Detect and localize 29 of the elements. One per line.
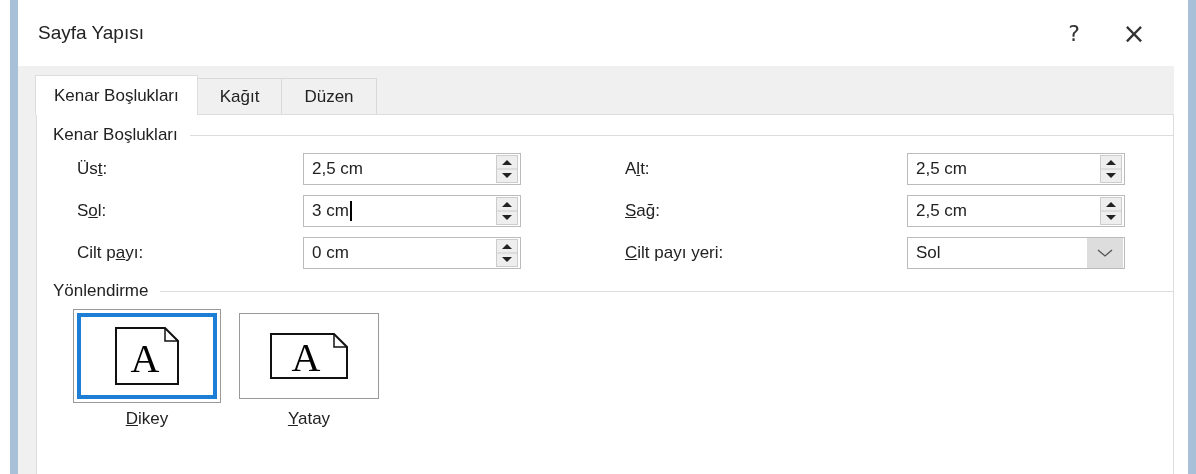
spinner-arrows-icon[interactable] xyxy=(1100,155,1122,183)
dropdown-field[interactable]: Sol xyxy=(907,237,1125,269)
tab[interactable]: Düzen xyxy=(281,78,377,114)
close-button[interactable]: × xyxy=(1104,13,1164,53)
spin-field[interactable]: 2,5 cm xyxy=(907,195,1125,227)
spin-field[interactable]: 3 cm xyxy=(303,195,521,227)
spinner-arrows-icon[interactable] xyxy=(496,197,518,225)
orientation-label: Dikey xyxy=(125,409,169,429)
help-button[interactable]: ? xyxy=(1044,13,1104,53)
tab[interactable]: Kenar Boşlukları xyxy=(35,75,198,115)
section-heading: Kenar Boşlukları xyxy=(53,125,178,145)
spin-field[interactable]: 2,5 cm xyxy=(303,153,521,185)
orientation-button[interactable]: A xyxy=(239,313,379,399)
spin-field[interactable]: 2,5 cm xyxy=(907,153,1125,185)
field-label: Cilt payı yeri: xyxy=(625,243,725,263)
field-label: Alt: xyxy=(625,159,651,179)
window-title: Sayfa Yapısı xyxy=(38,22,145,44)
spinner-arrows-icon[interactable] xyxy=(496,155,518,183)
spinner-arrows-icon[interactable] xyxy=(496,239,518,267)
page-icon: A xyxy=(270,333,348,379)
spin-field[interactable]: 0 cm xyxy=(303,237,521,269)
field-label: Üst: xyxy=(77,159,109,179)
spinner-arrows-icon[interactable] xyxy=(1100,197,1122,225)
field-label: Cilt payı: xyxy=(77,243,145,263)
section-heading: Yönlendirme xyxy=(53,281,149,301)
orientation-label: Yatay xyxy=(287,409,331,429)
field-label: Sol: xyxy=(77,201,108,221)
page-icon: A xyxy=(115,327,179,385)
field-label: Sağ: xyxy=(625,201,661,221)
